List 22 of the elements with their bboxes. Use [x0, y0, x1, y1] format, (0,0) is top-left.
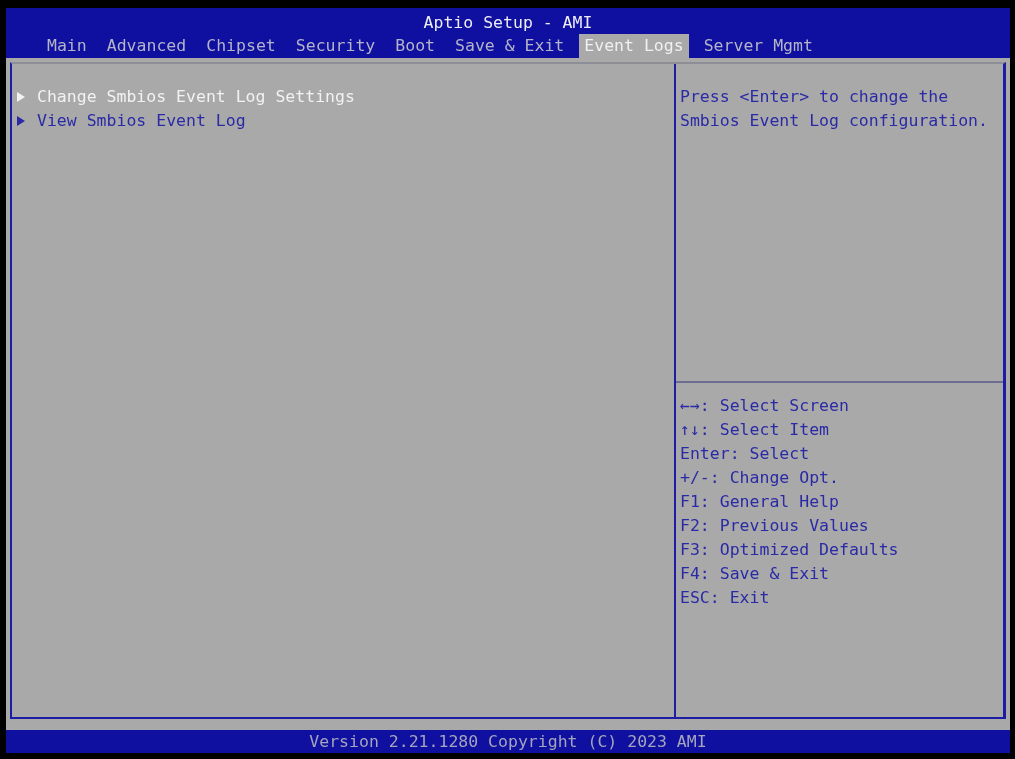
window-title: Aptio Setup - AMI: [423, 12, 593, 34]
key-help-text: ←→: Select Screen: [680, 395, 850, 417]
version-text: Version 2.21.1280 Copyright (C) 2023 AMI: [309, 730, 707, 753]
menu-tab[interactable]: Chipset: [201, 34, 281, 58]
menu-tab[interactable]: Main: [42, 34, 92, 58]
submenu-item[interactable]: View Smbios Event Log: [17, 109, 674, 133]
triangle-icon: [17, 92, 25, 102]
triangle-icon: [17, 116, 25, 126]
menu-tab[interactable]: Security: [290, 34, 381, 58]
menu-tab[interactable]: Save & Exit: [450, 34, 570, 58]
key-help-text: F3: Optimized Defaults: [680, 539, 900, 561]
key-help-text: ESC: Exit: [680, 587, 771, 609]
key-help-text: F4: Save & Exit: [680, 563, 830, 585]
menu-tab[interactable]: Boot: [390, 34, 440, 58]
key-help-text: +/-: Change Opt.: [680, 467, 840, 489]
key-help-text: ↑↓: Select Item: [680, 419, 830, 441]
menu-tab[interactable]: Advanced: [101, 34, 192, 58]
menu-tab[interactable]: Server Mgmt: [698, 34, 818, 58]
key-help-text: Enter: Select: [680, 443, 811, 465]
key-help-text: F1: General Help: [680, 491, 840, 513]
help-text: Press <Enter> to change the Smbios Event Log configuration.: [680, 86, 989, 132]
key-help-text: F2: Previous Values: [680, 515, 870, 537]
